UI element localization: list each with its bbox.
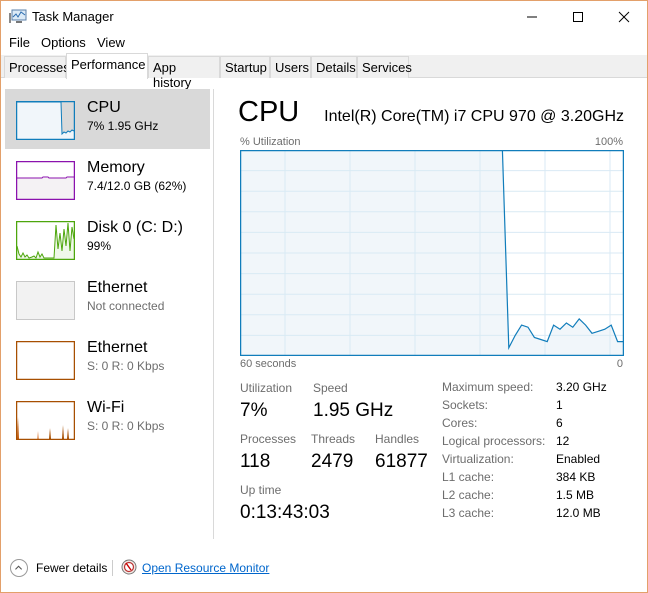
sidebar-item-ethernet[interactable]: Ethernet S: 0 R: 0 Kbps bbox=[5, 329, 210, 389]
max-speed-value: 3.20 GHz bbox=[556, 380, 607, 394]
disk-thumbnail-graph bbox=[16, 221, 75, 260]
graph-ylabel: % Utilization bbox=[240, 136, 301, 148]
chevron-up-icon[interactable] bbox=[10, 559, 28, 577]
sidebar-wifi-name: Wi-Fi bbox=[87, 399, 125, 416]
menu-options[interactable]: Options bbox=[41, 35, 86, 50]
handles-label: Handles bbox=[375, 432, 420, 446]
cpu-thumbnail-graph bbox=[16, 101, 75, 140]
logical-processors-label: Logical processors: bbox=[442, 434, 546, 448]
tab-performance[interactable]: Performance bbox=[66, 53, 148, 79]
cpu-model: Intel(R) Core(TM) i7 CPU 970 @ 3.20GHz bbox=[324, 108, 624, 125]
task-manager-app-icon bbox=[9, 9, 27, 23]
menu-bar: File Options View bbox=[1, 32, 647, 54]
logical-processors-value: 12 bbox=[556, 434, 570, 448]
resource-monitor-icon bbox=[121, 559, 137, 575]
virtualization-label: Virtualization: bbox=[442, 452, 514, 466]
sidebar-cpu-name: CPU bbox=[87, 99, 121, 116]
memory-thumbnail-graph bbox=[16, 161, 75, 200]
sidebar-ethernet2-name: Ethernet bbox=[87, 339, 148, 356]
window-title: Task Manager bbox=[32, 9, 114, 24]
cores-value: 6 bbox=[556, 416, 563, 430]
minimize-button[interactable] bbox=[509, 1, 555, 32]
l2-cache-value: 1.5 MB bbox=[556, 488, 595, 502]
utilization-label: Utilization bbox=[240, 381, 293, 395]
sidebar-ethernet2-sub: S: 0 R: 0 Kbps bbox=[87, 359, 165, 373]
speed-value: 1.95 GHz bbox=[313, 400, 394, 421]
ethernet-thumbnail-graph bbox=[16, 281, 75, 320]
tab-startup[interactable]: Startup bbox=[220, 56, 270, 78]
footer-bar: Fewer details Open Resource Monitor bbox=[1, 554, 647, 584]
maximize-button[interactable] bbox=[555, 1, 601, 32]
sidebar-item-cpu[interactable]: CPU 7% 1.95 GHz bbox=[5, 89, 210, 149]
title-bar[interactable]: Task Manager bbox=[1, 1, 647, 32]
graph-xmin-label: 0 bbox=[616, 358, 623, 370]
processes-value: 118 bbox=[240, 451, 271, 472]
sidebar-cpu-sub: 7% 1.95 GHz bbox=[87, 119, 159, 133]
threads-label: Threads bbox=[311, 432, 356, 446]
l1-cache-label: L1 cache: bbox=[442, 470, 495, 484]
page-title: CPU bbox=[238, 96, 300, 128]
max-speed-label: Maximum speed: bbox=[442, 380, 534, 394]
l1-cache-value: 384 KB bbox=[556, 470, 596, 484]
sidebar-disk-sub: 99% bbox=[87, 239, 112, 253]
sidebar-divider bbox=[213, 89, 214, 539]
tab-app-history[interactable]: App history bbox=[148, 56, 220, 90]
graph-ymax-label: 100% bbox=[594, 136, 623, 148]
sidebar-ethernet1-name: Ethernet bbox=[87, 279, 148, 296]
sidebar-item-wifi[interactable]: Wi-Fi S: 0 R: 0 Kbps bbox=[5, 389, 210, 449]
l2-cache-label: L2 cache: bbox=[442, 488, 495, 502]
minimize-icon bbox=[527, 16, 537, 17]
tab-services[interactable]: Services bbox=[357, 56, 412, 78]
sockets-label: Sockets: bbox=[442, 398, 489, 412]
processes-label: Processes bbox=[240, 432, 297, 446]
cpu-utilization-graph bbox=[240, 150, 624, 356]
resource-sidebar: CPU 7% 1.95 GHz Memory 7.4/12.0 GB (62%)… bbox=[1, 86, 213, 541]
threads-value: 2479 bbox=[311, 451, 354, 472]
graph-xlabel: 60 seconds bbox=[240, 358, 297, 370]
tab-details[interactable]: Details bbox=[311, 56, 357, 78]
tab-bar: Processes Performance App history Startu… bbox=[1, 53, 647, 90]
wifi-thumbnail-graph bbox=[16, 401, 75, 440]
cpu-detail-panel: CPU Intel(R) Core(TM) i7 CPU 970 @ 3.20G… bbox=[226, 86, 636, 536]
sidebar-item-memory[interactable]: Memory 7.4/12.0 GB (62%) bbox=[5, 149, 210, 209]
task-manager-window: Task Manager File Options View Processes… bbox=[0, 0, 648, 593]
close-icon bbox=[618, 11, 630, 22]
fewer-details-button[interactable]: Fewer details bbox=[36, 561, 107, 575]
ethernet2-thumbnail-graph bbox=[16, 341, 75, 380]
menu-view[interactable]: View bbox=[97, 35, 125, 50]
l3-cache-value: 12.0 MB bbox=[556, 506, 601, 520]
footer-divider bbox=[112, 560, 113, 576]
sidebar-memory-name: Memory bbox=[87, 159, 145, 176]
tab-users[interactable]: Users bbox=[270, 56, 311, 78]
sidebar-item-disk[interactable]: Disk 0 (C: D:) 99% bbox=[5, 209, 210, 269]
tab-processes[interactable]: Processes bbox=[4, 56, 70, 78]
open-resource-monitor-link[interactable]: Open Resource Monitor bbox=[142, 561, 269, 575]
cores-label: Cores: bbox=[442, 416, 478, 430]
virtualization-value: Enabled bbox=[556, 452, 601, 466]
utilization-value: 7% bbox=[240, 400, 268, 421]
sidebar-ethernet1-sub: Not connected bbox=[87, 299, 165, 313]
sidebar-memory-sub: 7.4/12.0 GB (62%) bbox=[87, 179, 187, 193]
maximize-icon bbox=[573, 11, 583, 22]
menu-file[interactable]: File bbox=[9, 35, 30, 50]
handles-value: 61877 bbox=[375, 451, 428, 472]
sidebar-item-ethernet-disconnected[interactable]: Ethernet Not connected bbox=[5, 269, 210, 329]
sidebar-wifi-sub: S: 0 R: 0 Kbps bbox=[87, 419, 165, 433]
uptime-value: 0:13:43:03 bbox=[240, 502, 330, 523]
l3-cache-label: L3 cache: bbox=[442, 506, 495, 520]
uptime-label: Up time bbox=[240, 483, 282, 497]
sockets-value: 1 bbox=[556, 398, 563, 412]
speed-label: Speed bbox=[313, 381, 348, 395]
sidebar-disk-name: Disk 0 (C: D:) bbox=[87, 219, 183, 236]
close-button[interactable] bbox=[601, 1, 647, 32]
